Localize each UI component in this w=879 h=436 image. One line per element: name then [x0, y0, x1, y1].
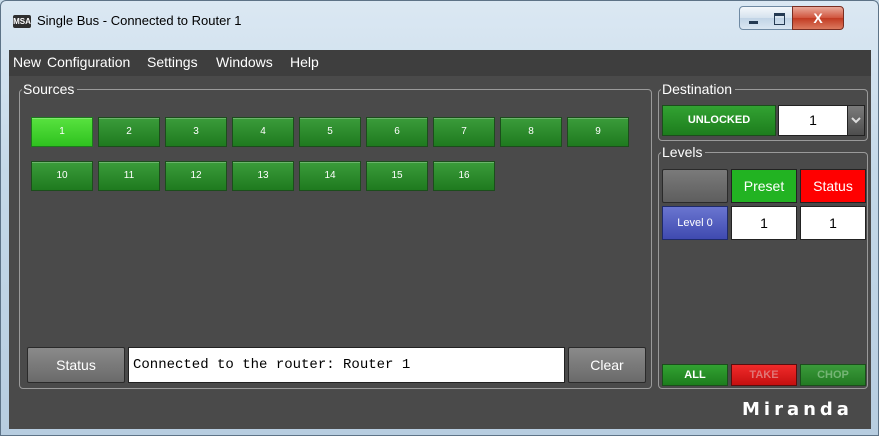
minimize-button[interactable]	[739, 6, 767, 30]
all-button[interactable]: ALL	[662, 364, 728, 386]
close-button[interactable]: X	[792, 6, 844, 30]
levels-blank-button[interactable]	[662, 169, 728, 203]
source-button-3[interactable]: 3	[165, 117, 227, 147]
menu-help[interactable]: Help	[290, 54, 319, 70]
unlocked-button[interactable]: UNLOCKED	[662, 105, 776, 136]
source-button-12[interactable]: 12	[165, 161, 227, 191]
destination-select[interactable]: 1	[778, 105, 848, 136]
level-0-button[interactable]: Level 0	[662, 206, 728, 240]
minimize-icon	[749, 21, 758, 24]
source-button-9[interactable]: 9	[567, 117, 629, 147]
source-button-15[interactable]: 15	[366, 161, 428, 191]
app-icon: MSA	[13, 15, 31, 28]
source-button-14[interactable]: 14	[299, 161, 361, 191]
levels-title: Levels	[661, 144, 706, 160]
source-button-1[interactable]: 1	[31, 117, 93, 147]
title-bar[interactable]: MSA Single Bus - Connected to Router 1 X	[1, 1, 878, 43]
status-message-field: Connected to the router: Router 1	[128, 347, 565, 383]
source-button-5[interactable]: 5	[299, 117, 361, 147]
source-button-4[interactable]: 4	[232, 117, 294, 147]
chevron-down-icon	[851, 117, 861, 124]
source-button-2[interactable]: 2	[98, 117, 160, 147]
menu-bar: New Configuration Settings Windows Help	[9, 50, 871, 76]
source-button-16[interactable]: 16	[433, 161, 495, 191]
source-button-13[interactable]: 13	[232, 161, 294, 191]
window-title: Single Bus - Connected to Router 1	[37, 13, 242, 28]
client-area: New Configuration Settings Windows Help …	[9, 50, 871, 429]
chop-button[interactable]: CHOP	[800, 364, 866, 386]
source-button-7[interactable]: 7	[433, 117, 495, 147]
miranda-logo: Miranda	[742, 399, 853, 420]
maximize-button[interactable]	[766, 6, 793, 30]
status-value-field: 1	[800, 206, 866, 240]
take-button[interactable]: TAKE	[731, 364, 797, 386]
clear-button[interactable]: Clear	[568, 347, 646, 383]
preset-header: Preset	[731, 169, 797, 203]
menu-settings[interactable]: Settings	[147, 54, 198, 70]
destination-dropdown-button[interactable]	[847, 105, 865, 136]
menu-configuration[interactable]: Configuration	[47, 54, 130, 70]
menu-windows[interactable]: Windows	[216, 54, 273, 70]
status-header: Status	[800, 169, 866, 203]
close-icon: X	[813, 10, 823, 26]
source-button-10[interactable]: 10	[31, 161, 93, 191]
source-button-6[interactable]: 6	[366, 117, 428, 147]
destination-title: Destination	[661, 81, 736, 97]
source-button-8[interactable]: 8	[500, 117, 562, 147]
sources-title: Sources	[22, 81, 78, 97]
menu-new[interactable]: New	[13, 54, 41, 70]
source-button-11[interactable]: 11	[98, 161, 160, 191]
preset-value-field[interactable]: 1	[731, 206, 797, 240]
status-button[interactable]: Status	[27, 347, 125, 383]
app-window: MSA Single Bus - Connected to Router 1 X…	[0, 0, 879, 436]
maximize-icon	[774, 13, 785, 25]
